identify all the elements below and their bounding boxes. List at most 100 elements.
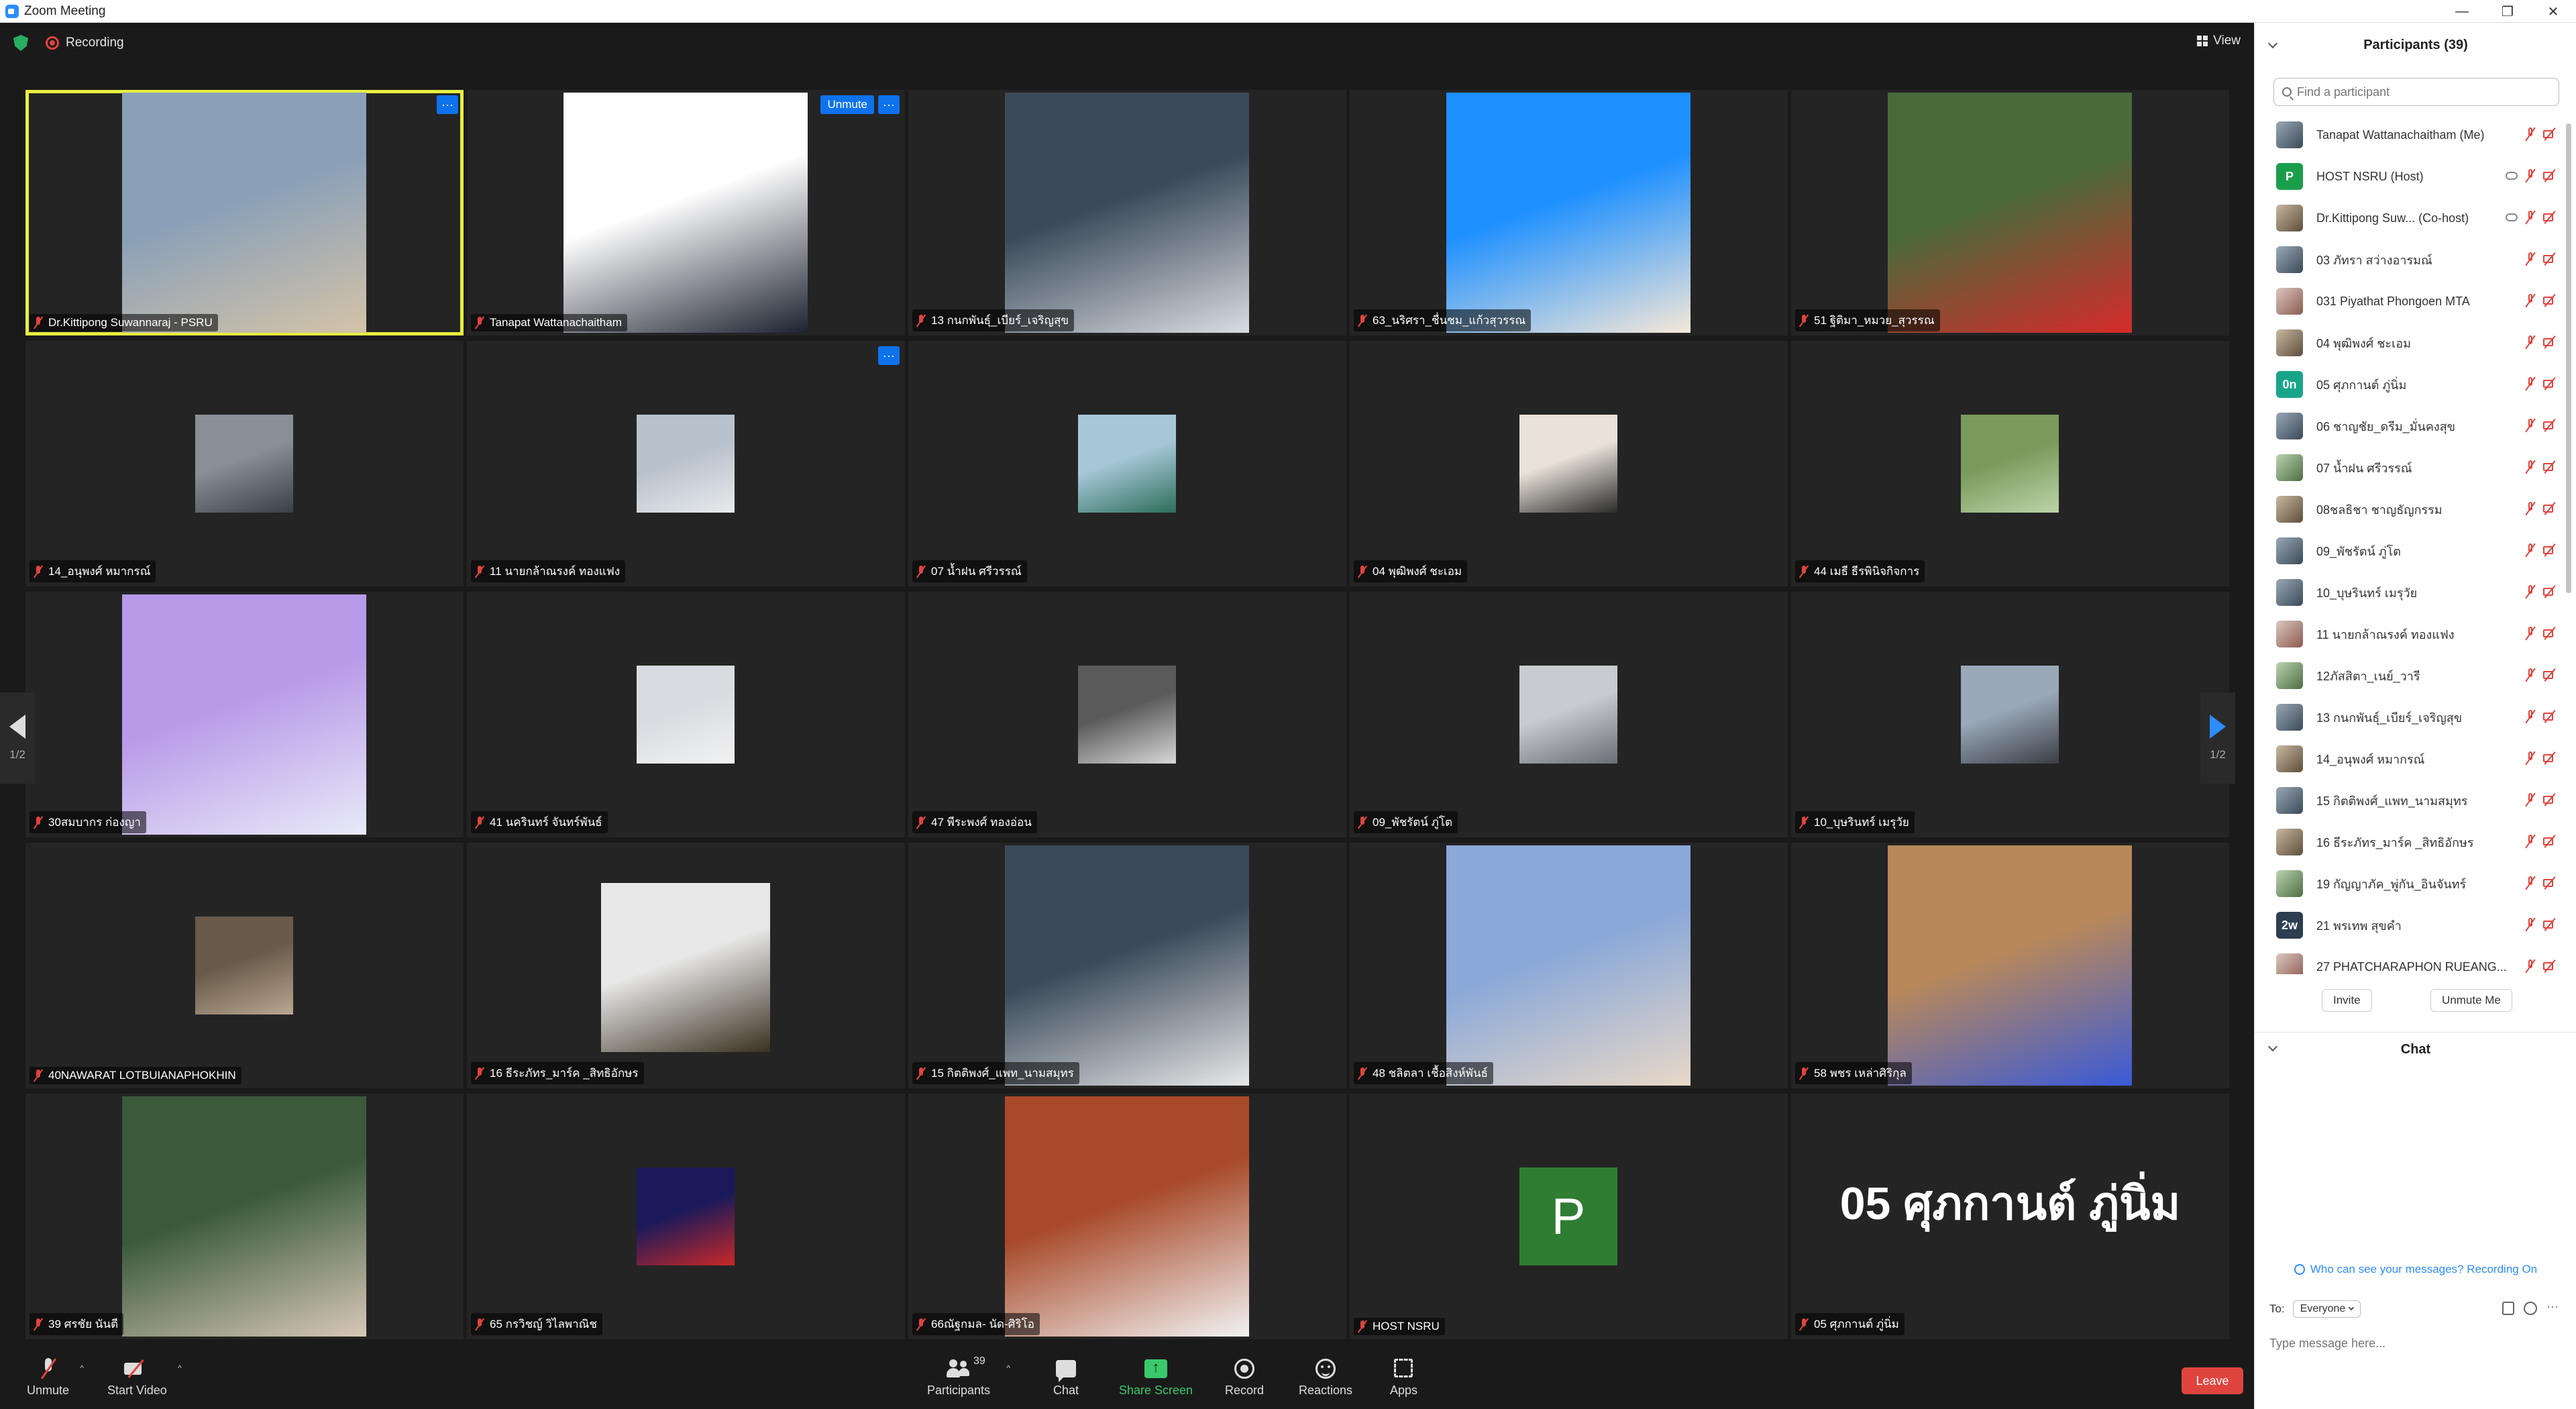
participant-list-name: 16 ธีระภัทร_มาร์ค _สิทธิอักษร (2316, 835, 2474, 849)
participant-row[interactable]: 2w 21 พรเทพ สุขคำ (2255, 904, 2565, 946)
chat-collapse-chevron-icon[interactable] (2267, 1041, 2278, 1052)
file-icon[interactable] (2502, 1302, 2514, 1315)
video-tile[interactable]: 48 ชลิตลา เชื้อสิงห์พันธ์ (1350, 843, 1788, 1088)
participant-row[interactable]: 15 กิตติพงศ์_แพท_นามสมุทร (2255, 780, 2565, 821)
tile-more-button[interactable]: ··· (437, 95, 458, 114)
video-tile[interactable]: 09_พัชรัตน์ ภู่โต (1350, 592, 1788, 837)
video-tile[interactable]: 39 ศรชัย นันตี (25, 1094, 464, 1339)
avatar (2276, 496, 2303, 523)
participant-list-name: 03 ภัทรา สว่างอารมณ์ (2316, 253, 2432, 267)
participants-scrollbar[interactable] (2566, 123, 2571, 593)
video-tile[interactable]: Unmute ··· Tanapat Wattanachaitham (467, 90, 905, 335)
participant-row[interactable]: 09_พัชรัตน์ ภู่โต (2255, 530, 2565, 572)
video-tile[interactable]: 15 กิตติพงศ์_แพท_นามสมุทร (908, 843, 1346, 1088)
muted-mic-icon (2526, 460, 2535, 474)
chat-button[interactable]: Chat (1053, 1357, 1079, 1398)
participant-row[interactable]: 19 กัญญาภัค_พู่กัน_อินจันทร์ (2255, 863, 2565, 904)
participant-search[interactable] (2273, 78, 2559, 106)
page-indicator-left: 1/2 (9, 748, 25, 761)
audio-options-caret-icon[interactable]: ^ (80, 1363, 84, 1373)
apps-button[interactable]: Apps (1390, 1357, 1417, 1398)
more-options-icon[interactable]: ··· (2546, 1300, 2560, 1315)
video-tile[interactable]: 58 พชร เหล่าศิริกุล (1791, 843, 2229, 1088)
video-tile[interactable]: ··· Dr.Kittipong Suwannaraj - PSRU (25, 90, 464, 335)
emoji-icon[interactable] (2524, 1302, 2537, 1315)
security-shield-icon[interactable] (13, 35, 28, 51)
chat-recipient-select[interactable]: Everyone (2292, 1300, 2361, 1318)
tile-more-button[interactable]: ··· (878, 95, 900, 114)
avatar: P (2276, 163, 2303, 190)
participant-row[interactable]: 13 กนกพันธุ์_เบียร์_เจริญสุข (2255, 696, 2565, 738)
video-tile[interactable]: 51 ฐิติมา_หมวย_สุวรรณ (1791, 90, 2229, 335)
avatar (2276, 454, 2303, 481)
participant-row[interactable]: 04 พุฒิพงศ์ ชะเอม (2255, 322, 2565, 364)
video-tile[interactable]: 16 ธีระภัทร_มาร์ค _สิทธิอักษร (467, 843, 905, 1088)
unmute-me-button[interactable]: Unmute Me (2430, 989, 2512, 1012)
participant-name: 39 ศรชัย นันตี (48, 1318, 119, 1330)
tile-unmute-button[interactable]: Unmute (820, 95, 874, 114)
video-options-caret-icon[interactable]: ^ (178, 1363, 182, 1373)
participant-row[interactable]: 03 ภัทรา สว่างอารมณ์ (2255, 239, 2565, 280)
video-tile[interactable]: 10_บุษรินทร์ เมรุวัย (1791, 592, 2229, 837)
muted-mic-icon (1358, 565, 1367, 578)
leave-button[interactable]: Leave (2182, 1367, 2243, 1394)
muted-mic-icon (2526, 502, 2535, 515)
participants-caret-icon[interactable]: ^ (1006, 1363, 1010, 1373)
video-tile[interactable]: 40NAWARAT LOTBUIANAPHOKHIN (25, 843, 464, 1088)
video-tile[interactable]: 63_นริศรา_ชื่นชม_แก้วสุวรรณ (1350, 90, 1788, 335)
previous-page-button[interactable]: 1/2 (0, 692, 35, 784)
invite-button[interactable]: Invite (2322, 989, 2372, 1012)
participant-row[interactable]: Tanapat Wattanachaitham (Me) (2255, 114, 2565, 156)
view-button[interactable]: View (2197, 34, 2241, 48)
video-tile[interactable]: 13 กนกพันธุ์_เบียร์_เจริญสุข (908, 90, 1346, 335)
next-page-button[interactable]: 1/2 (2200, 692, 2235, 784)
video-tile[interactable]: 41 นครินทร์ จันทร์พันธ์ (467, 592, 905, 837)
video-tile[interactable]: 30สมบากร ก่องญา (25, 592, 464, 837)
video-tile[interactable]: ··· 11 นายกล้าณรงค์ ทองแฟง (467, 341, 905, 586)
participant-row[interactable]: Dr.Kittipong Suw... (Co-host) (2255, 197, 2565, 239)
video-tile[interactable]: 14_อนุพงศ์ หมากรณ์ (25, 341, 464, 586)
participant-list-name: 14_อนุพงศ์ หมากรณ์ (2316, 752, 2425, 766)
muted-mic-icon (2526, 127, 2535, 141)
collapse-chevron-icon[interactable] (2267, 38, 2278, 49)
participant-row[interactable]: 12ภัสสิตา_เนย์_วารี (2255, 655, 2565, 696)
muted-mic-icon (1358, 1320, 1367, 1333)
record-button[interactable]: Record (1225, 1357, 1264, 1398)
unmute-button[interactable]: Unmute ^ (27, 1357, 84, 1398)
participant-status-icons (2526, 751, 2558, 765)
participant-row[interactable]: 27 PHATCHARAPHON RUEANG... (2255, 946, 2565, 974)
chat-visibility-notice[interactable]: Who can see your messages? Recording On (2255, 1263, 2576, 1276)
restore-icon[interactable]: ❐ (2485, 0, 2530, 23)
participant-row[interactable]: 07 น้ำฝน ศรีวรรณ์ (2255, 447, 2565, 488)
start-video-button[interactable]: Start Video ^ (107, 1357, 182, 1398)
share-screen-button[interactable]: Share Screen (1119, 1357, 1193, 1398)
muted-mic-icon (34, 565, 43, 578)
participant-row[interactable]: 06 ชาญชัย_ดรีม_มั่นคงสุข (2255, 405, 2565, 447)
participant-row[interactable]: 16 ธีระภัทร_มาร์ค _สิทธิอักษร (2255, 821, 2565, 863)
reactions-button[interactable]: Reactions (1299, 1357, 1352, 1398)
video-tile[interactable]: 05 ศุภกานต์ ภู่นิ่ม 05 ศุภกานต์ ภู่นิ่ม (1791, 1094, 2229, 1339)
video-tile[interactable]: 04 พุฒิพงศ์ ชะเอม (1350, 341, 1788, 586)
tile-more-button[interactable]: ··· (878, 346, 900, 365)
participant-video (1446, 93, 1690, 333)
participant-row[interactable]: 10_บุษรินทร์ เมรุวัย (2255, 572, 2565, 613)
video-tile[interactable]: P HOST NSRU (1350, 1094, 1788, 1339)
video-tile[interactable]: 47 พีระพงศ์ ทองอ่อน (908, 592, 1346, 837)
participant-row[interactable]: 031 Piyathat Phongoen MTA (2255, 280, 2565, 322)
recording-indicator[interactable]: Recording (46, 36, 124, 50)
close-icon[interactable]: ✕ (2530, 0, 2576, 23)
participant-row[interactable]: 14_อนุพงศ์ หมากรณ์ (2255, 738, 2565, 780)
video-tile[interactable]: 65 กรวิชญ์ วิไลพาณิช (467, 1094, 905, 1339)
participant-row[interactable]: 0n 05 ศุภกานต์ ภู่นิ่ม (2255, 364, 2565, 405)
participant-row[interactable]: 11 นายกล้าณรงค์ ทองแฟง (2255, 613, 2565, 655)
participant-row[interactable]: 08ชลธิชา ชาญธัญกรรม (2255, 488, 2565, 530)
participant-status-icons (2526, 502, 2558, 515)
video-tile[interactable]: 07 น้ำฝน ศรีวรรณ์ (908, 341, 1346, 586)
video-tile[interactable]: 66ณัฐกมล- นัด-ศิริโอ (908, 1094, 1346, 1339)
video-tile[interactable]: 44 เมธี ธีรพินิจกิจการ (1791, 341, 2229, 586)
participant-row[interactable]: P HOST NSRU (Host) (2255, 156, 2565, 197)
minimize-icon[interactable]: — (2439, 0, 2485, 23)
chat-message-input[interactable] (2269, 1330, 2558, 1357)
participants-button[interactable]: 39 Participants ^ (927, 1355, 1010, 1398)
participant-search-input[interactable] (2297, 85, 2538, 99)
